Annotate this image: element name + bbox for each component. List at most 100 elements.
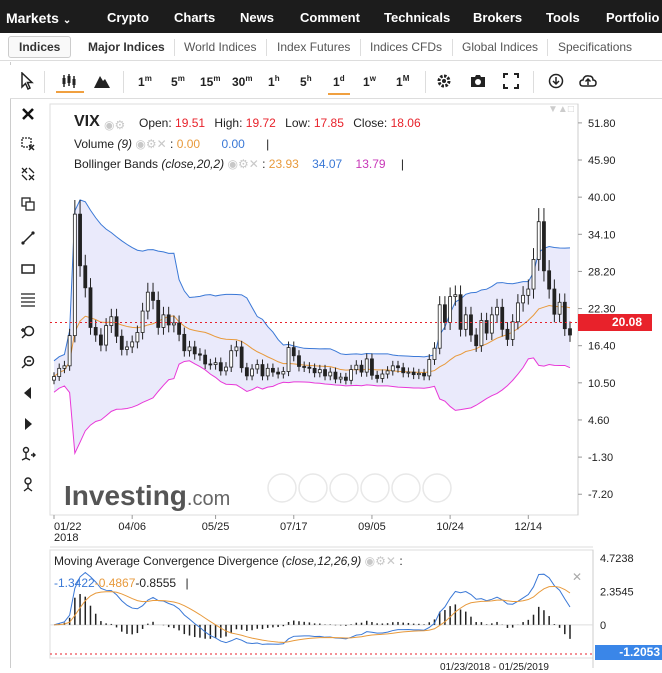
price-axis-label: 34.10 (588, 229, 616, 241)
x-axis-label: 04/06 (118, 521, 146, 533)
close-macd-pane-icon[interactable]: ✕ (572, 570, 582, 584)
candle-body (521, 294, 525, 304)
macd-value: -1.3422 (54, 576, 95, 590)
candle-body (401, 367, 406, 374)
candle-body (312, 367, 317, 374)
candle-body (119, 335, 124, 350)
candle-body (234, 346, 239, 352)
macd-last-tag: -1.2053 (595, 645, 662, 660)
maximize-icon[interactable]: □ (568, 104, 574, 115)
candle-body (291, 347, 296, 357)
price-axis-label: 51.80 (588, 118, 616, 130)
candle-body (255, 364, 260, 370)
gear-icon[interactable]: ⚙ (114, 118, 125, 132)
candle-body (411, 371, 416, 376)
eye-icon[interactable]: ◉ (227, 157, 237, 171)
candle-body (557, 301, 562, 315)
bollinger-param: (close,20,2) (161, 157, 225, 171)
price-axis-label: 28.20 (588, 266, 616, 278)
x-axis-label: 12/14 (515, 521, 543, 533)
signal-value: -0.4867 (94, 576, 136, 590)
candle-body (333, 371, 338, 380)
candle-body (432, 347, 437, 360)
candle-body (52, 376, 56, 381)
candle-body (281, 371, 286, 375)
x-axis-label: 09/05 (358, 521, 386, 533)
arrow-down-icon[interactable]: ▼ (548, 104, 558, 115)
eye-icon[interactable]: ◉ (104, 118, 114, 132)
investing-logo: Investing.com (64, 480, 231, 511)
candle-body (78, 213, 82, 267)
separator: | (400, 157, 405, 171)
candle-body (250, 368, 254, 377)
x-axis-label: 10/24 (436, 521, 464, 533)
candle-body (515, 302, 520, 323)
candle-body (443, 304, 447, 323)
macd-label: Moving Average Convergence Divergence (54, 554, 279, 568)
volume-label: Volume (74, 137, 115, 151)
candle-body (145, 291, 150, 312)
candle-body (198, 353, 202, 356)
candle-body (343, 376, 348, 381)
candle-body (130, 341, 135, 348)
candle-body (239, 346, 244, 369)
gear-icon[interactable]: ⚙ (375, 554, 386, 568)
candle-body (422, 372, 426, 377)
candle-body (416, 372, 421, 376)
close-icon[interactable]: ✕ (157, 137, 167, 151)
bollinger-mid-value: 23.93 (268, 157, 299, 171)
volume-legend: Volume (9) ◉⚙✕ : 0.00 0.00 | (74, 137, 269, 151)
close-icon[interactable]: ✕ (386, 554, 396, 568)
separator: | (185, 576, 189, 590)
separator: | (266, 137, 270, 151)
eye-icon[interactable]: ◉ (365, 554, 375, 568)
candle-body (390, 365, 395, 372)
candle-body (265, 367, 270, 377)
symbol-legend-icons: ◉⚙ (104, 118, 125, 132)
candle-body (297, 355, 301, 367)
candle-body (72, 213, 77, 337)
candle-body (224, 366, 228, 372)
high-value: 19.72 (245, 116, 276, 130)
candle-body (364, 358, 369, 373)
candle-body (385, 370, 390, 375)
candle-body (229, 350, 234, 368)
macd-axis-label: 2.3545 (600, 587, 634, 599)
gear-icon[interactable]: ⚙ (238, 157, 249, 171)
candle-body (542, 221, 546, 272)
macd-values: -1.3422-0.4867-0.8555 | (54, 576, 189, 590)
gear-icon[interactable]: ⚙ (146, 137, 157, 151)
candle-body (307, 366, 312, 369)
x-axis-year: 2018 (54, 532, 78, 544)
close-label: Close: (353, 116, 388, 130)
eye-icon[interactable]: ◉ (135, 137, 145, 151)
candle-body (323, 369, 327, 377)
candle-body (338, 376, 343, 380)
candle-body (187, 346, 192, 352)
bollinger-legend: Bollinger Bands (close,20,2) ◉⚙✕ : 23.93… (74, 157, 404, 171)
candle-body (317, 369, 322, 374)
close-icon[interactable]: ✕ (249, 157, 259, 171)
symbol-label: VIX (74, 113, 100, 130)
candle-body (370, 358, 374, 376)
macd-axis-label: 4.7238 (600, 553, 634, 565)
candle-body (67, 335, 72, 367)
price-axis-label: 45.90 (588, 155, 616, 167)
arrow-up-icon[interactable]: ▲ (558, 104, 568, 115)
candle-body (114, 316, 119, 337)
candle-body (453, 294, 458, 297)
candle-body (83, 265, 88, 289)
candle-body (93, 327, 98, 336)
candle-body (286, 347, 291, 372)
candle-body (218, 362, 223, 372)
volume-value-1: 0.00 (176, 137, 201, 151)
close-value: 18.06 (390, 116, 421, 130)
colon: : (262, 157, 266, 171)
low-label: Low: (285, 116, 311, 130)
candle-body (427, 359, 432, 377)
candle-body (489, 314, 494, 334)
macd-param: (close,12,26,9) (281, 554, 362, 568)
volume-value-2: 0.00 (221, 137, 245, 151)
price-axis-label: 4.60 (588, 415, 609, 427)
candle-body (547, 270, 552, 290)
